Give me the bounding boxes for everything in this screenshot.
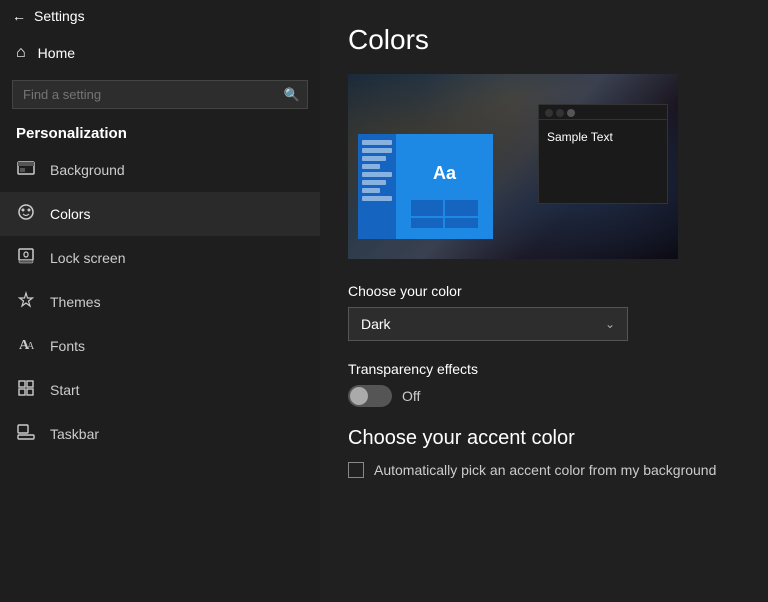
sidebar-item-start[interactable]: Start [0,368,320,412]
preview-tile-4 [445,218,478,228]
preview-tile-3 [411,218,444,228]
sidebar: ← Settings ⌂ Home 🔍 Personalization Back… [0,0,320,602]
settings-header[interactable]: ← Settings [0,0,320,32]
sidebar-item-themes[interactable]: Themes [0,280,320,324]
color-preview: Aa Sample Text [348,74,678,259]
preview-tile-2 [445,200,478,216]
preview-bar-2 [362,148,392,153]
home-icon: ⌂ [16,44,26,62]
toggle-thumb [350,387,368,405]
sidebar-item-taskbar[interactable]: Taskbar [0,412,320,456]
taskbar-icon [16,423,36,445]
color-dropdown[interactable]: Dark ⌄ [348,307,628,341]
preview-bar-8 [362,196,392,201]
preview-tile-1 [411,200,444,216]
sidebar-item-background[interactable]: Background [0,148,320,192]
chevron-down-icon: ⌄ [605,317,615,331]
back-arrow-icon: ← [12,8,26,24]
home-label: Home [38,45,75,61]
transparency-toggle[interactable] [348,385,392,407]
accent-color-title: Choose your accent color [348,427,740,450]
preview-bar-4 [362,164,380,169]
preview-aa-text: Aa [423,155,466,192]
colors-label: Colors [50,206,90,222]
themes-label: Themes [50,294,101,310]
color-choice-label: Choose your color [348,283,740,299]
lock-screen-icon [16,247,36,269]
fonts-label: Fonts [50,338,85,354]
colors-icon [16,203,36,225]
sidebar-item-fonts[interactable]: A A Fonts [0,324,320,368]
background-label: Background [50,162,125,178]
preview-bar-1 [362,140,392,145]
color-choice-section: Choose your color Dark ⌄ [348,283,740,341]
color-dropdown-value: Dark [361,316,391,332]
preview-bar-7 [362,188,380,193]
personalization-section-label: Personalization [0,117,320,148]
themes-icon [16,291,36,313]
home-nav-item[interactable]: ⌂ Home [0,32,320,74]
preview-sidebar [358,134,396,239]
main-content: Colors Aa [320,0,768,602]
auto-pick-row[interactable]: Automatically pick an accent color from … [348,462,740,478]
start-icon [16,379,36,401]
sidebar-item-lock-screen[interactable]: Lock screen [0,236,320,280]
transparency-section: Transparency effects Off [348,361,740,407]
search-input[interactable] [12,80,308,109]
svg-text:A: A [27,341,35,352]
preview-light-window: Aa [358,134,493,239]
transparency-label: Transparency effects [348,361,740,377]
auto-pick-label: Automatically pick an accent color from … [374,462,716,478]
lock-screen-label: Lock screen [50,250,125,266]
sidebar-item-colors[interactable]: Colors [0,192,320,236]
auto-pick-checkbox[interactable] [348,462,364,478]
preview-sample-text: Sample Text [539,120,667,154]
fonts-icon: A A [16,335,36,357]
preview-bar-3 [362,156,386,161]
search-icon: 🔍 [284,87,300,103]
preview-dark-window: Sample Text [538,104,668,204]
settings-title: Settings [34,8,85,24]
transparency-toggle-row: Off [348,385,740,407]
transparency-state-label: Off [402,388,420,404]
search-box[interactable]: 🔍 [12,80,308,109]
preview-bar-6 [362,180,386,185]
start-label: Start [50,382,80,398]
accent-color-section: Choose your accent color Automatically p… [348,427,740,478]
preview-bar-5 [362,172,392,177]
background-icon [16,159,36,181]
taskbar-label: Taskbar [50,426,99,442]
page-title: Colors [348,24,740,56]
